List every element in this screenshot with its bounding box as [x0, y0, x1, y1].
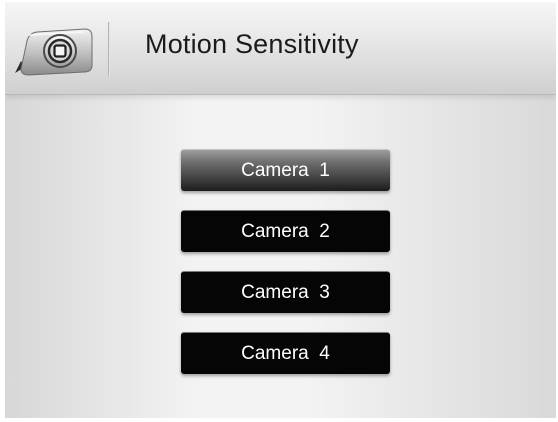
camera-icon	[15, 28, 93, 76]
screen: Motion Sensitivity Camera 1 Camera 2 Cam…	[5, 2, 556, 418]
camera-1-button[interactable]: Camera 1	[181, 149, 390, 191]
camera-2-button[interactable]: Camera 2	[181, 210, 390, 252]
page-title: Motion Sensitivity	[145, 29, 359, 59]
device-frame: Motion Sensitivity Camera 1 Camera 2 Cam…	[0, 0, 558, 422]
camera-list: Camera 1 Camera 2 Camera 3 Camera 4	[181, 149, 391, 393]
header-bar: Motion Sensitivity	[5, 2, 556, 94]
camera-3-button[interactable]: Camera 3	[181, 271, 390, 313]
header-divider	[108, 22, 110, 76]
camera-4-button[interactable]: Camera 4	[181, 332, 390, 374]
